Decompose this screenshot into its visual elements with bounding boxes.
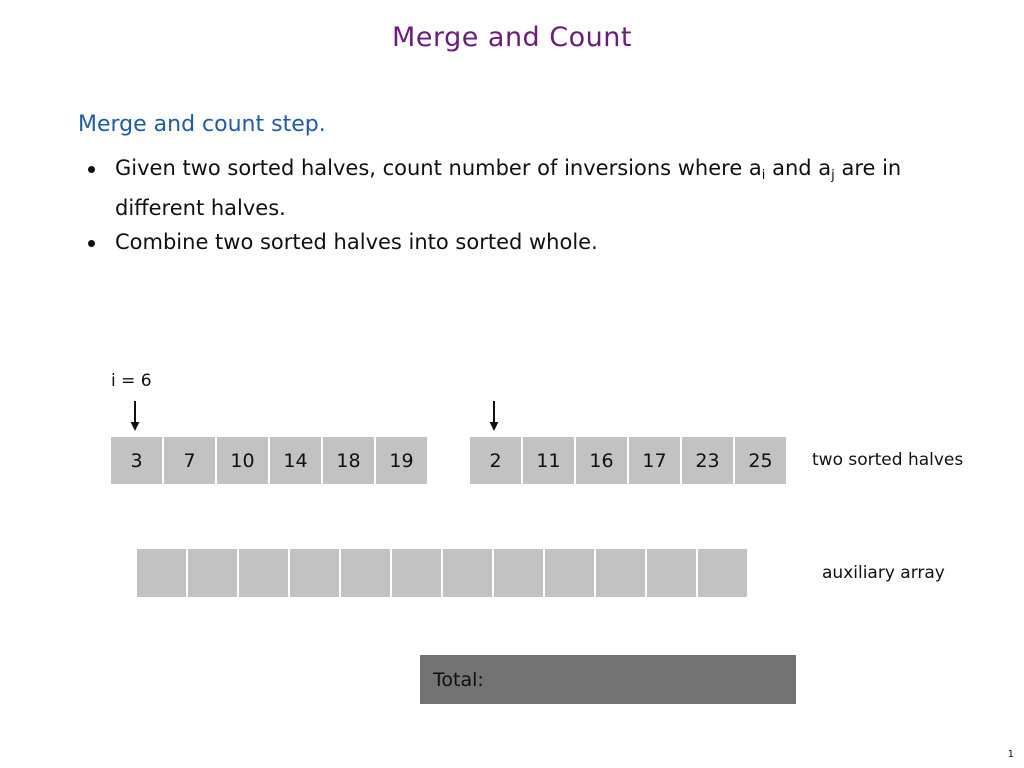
page-number: 1 — [1007, 749, 1014, 760]
aux-array-cell — [341, 549, 390, 597]
auxiliary-array — [137, 549, 747, 597]
aux-array-cell — [137, 549, 186, 597]
bullet-item-2-text: Combine two sorted halves into sorted wh… — [115, 230, 598, 254]
aux-array-cell — [443, 549, 492, 597]
right-sorted-half-array: 2 11 16 17 23 25 — [470, 437, 786, 484]
left-half-cell: 19 — [376, 437, 427, 484]
section-subheading: Merge and count step. — [78, 112, 326, 137]
right-half-cell: 16 — [576, 437, 627, 484]
total-bar: Total: — [420, 655, 796, 704]
bullet-item-1-text: Given two sorted halves, count number of… — [115, 150, 968, 227]
aux-array-cell — [545, 549, 594, 597]
aux-array-cell — [188, 549, 237, 597]
down-arrow-icon-left-half — [130, 401, 140, 431]
two-sorted-halves-label: two sorted halves — [812, 450, 964, 470]
bullet-item-1: Given two sorted halves, count number of… — [88, 150, 968, 227]
left-sorted-half-array: 3 7 10 14 18 19 — [111, 437, 427, 484]
bullet-item-2: Combine two sorted halves into sorted wh… — [88, 224, 968, 261]
page-title: Merge and Count — [392, 22, 632, 53]
aux-array-cell — [392, 549, 441, 597]
aux-array-cell — [647, 549, 696, 597]
left-half-cell: 14 — [270, 437, 321, 484]
bullet-1-lead: Given two sorted halves, count number of… — [115, 156, 762, 180]
right-half-cell: 2 — [470, 437, 521, 484]
bullet-1-subscript-i: i — [761, 168, 766, 184]
down-arrow-icon-right-half — [489, 401, 499, 431]
auxiliary-array-label: auxiliary array — [822, 563, 945, 583]
bullet-1-subscript-j: j — [831, 168, 835, 184]
bullet-dot-icon — [88, 240, 95, 247]
pointer-index-label: i = 6 — [111, 371, 152, 391]
aux-array-cell — [698, 549, 747, 597]
right-half-cell: 17 — [629, 437, 680, 484]
left-half-cell: 7 — [164, 437, 215, 484]
total-label: Total: — [433, 668, 484, 691]
right-half-cell: 25 — [735, 437, 786, 484]
aux-array-cell — [596, 549, 645, 597]
left-half-cell: 10 — [217, 437, 268, 484]
aux-array-cell — [239, 549, 288, 597]
bullet-1-mid: and a — [765, 156, 832, 180]
aux-array-cell — [494, 549, 543, 597]
left-half-cell: 18 — [323, 437, 374, 484]
bullet-dot-icon — [88, 166, 95, 173]
aux-array-cell — [290, 549, 339, 597]
right-half-cell: 23 — [682, 437, 733, 484]
left-half-cell: 3 — [111, 437, 162, 484]
right-half-cell: 11 — [523, 437, 574, 484]
